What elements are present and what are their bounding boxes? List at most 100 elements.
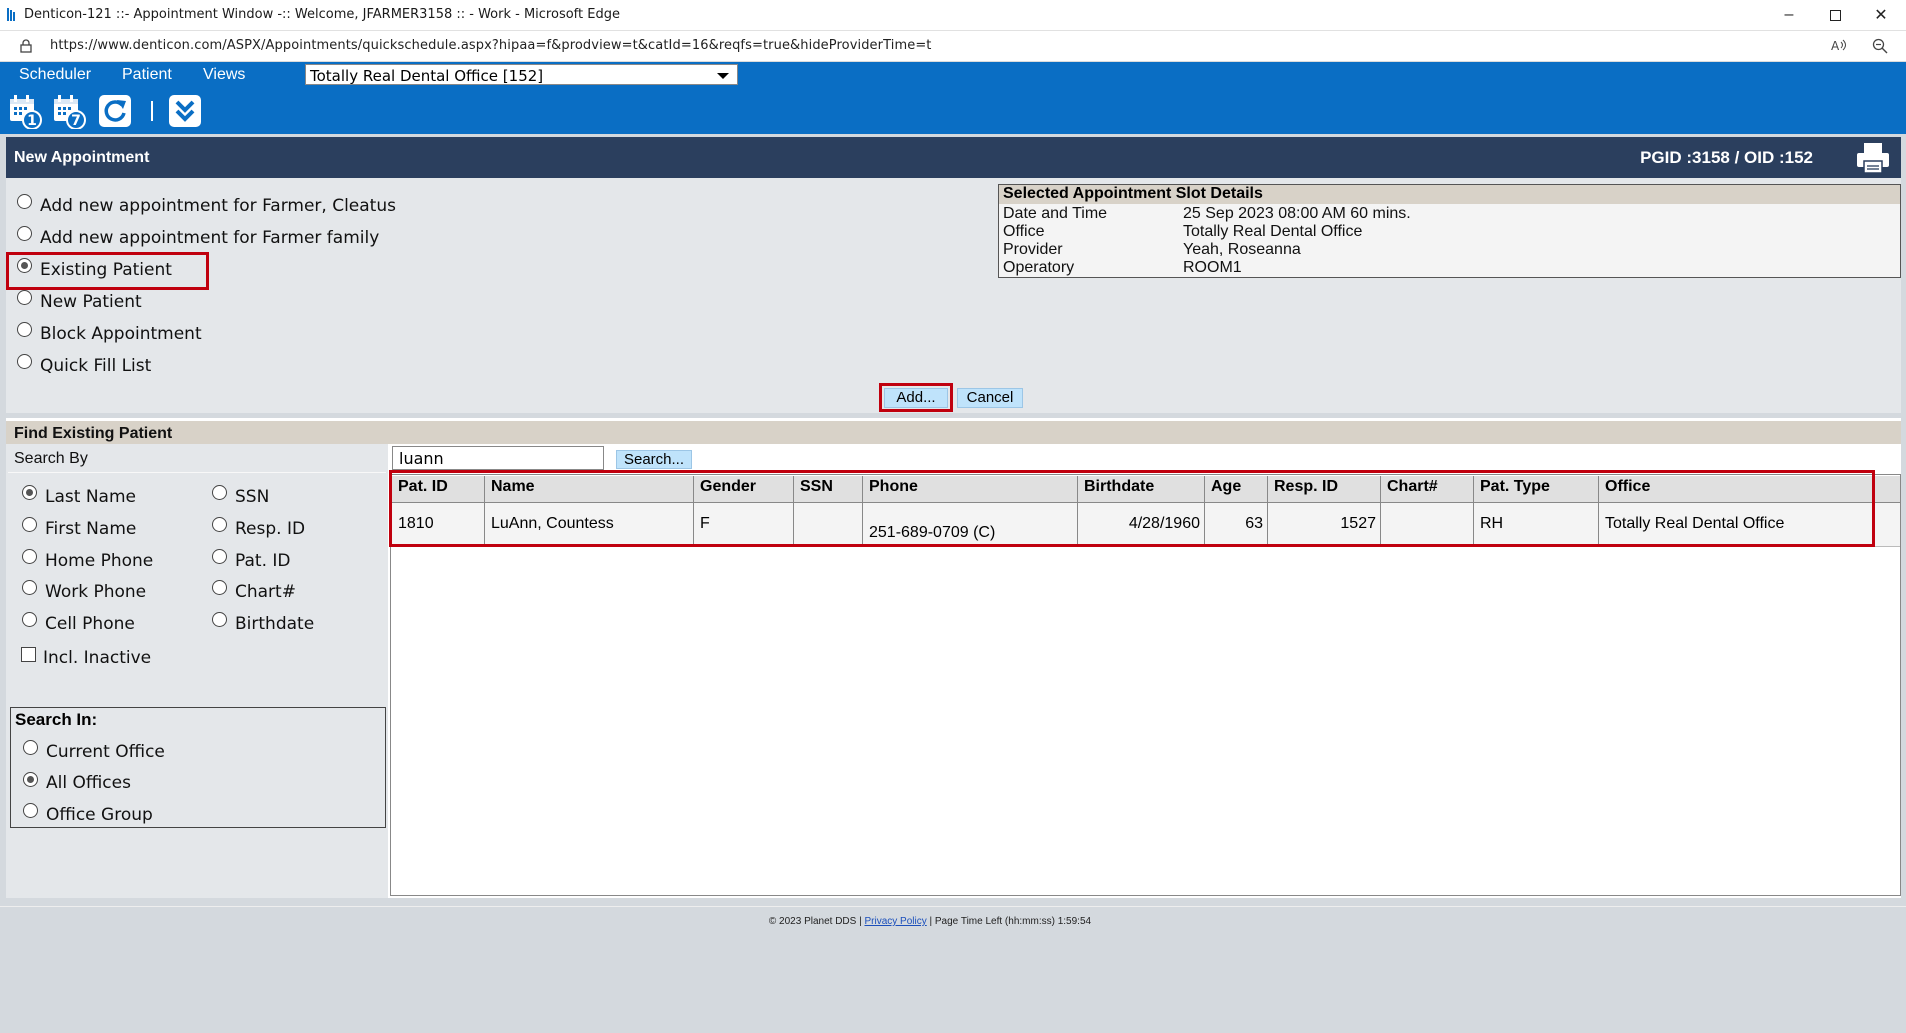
address-bar[interactable]: https://www.denticon.com/ASPX/Appointmen… (0, 31, 1906, 62)
lock-icon (20, 39, 32, 53)
highlight-box-results (389, 470, 1875, 547)
office-select-value: Totally Real Dental Office [152] (310, 67, 544, 85)
chevron-down-icon (717, 73, 729, 79)
section-header: New Appointment PGID :3158 / OID :152 (6, 137, 1901, 178)
radio-add-for-patient[interactable] (17, 194, 32, 209)
option-label-quick-fill-list: Quick Fill List (40, 356, 152, 376)
radio-new-patient[interactable] (17, 290, 32, 305)
radio-search-ssn[interactable] (212, 485, 227, 500)
slot-label-office: Office (1003, 223, 1045, 240)
search-by-ssn-label: SSN (235, 487, 270, 507)
window-titlebar: Denticon-121 ::- Appointment Window -:: … (0, 0, 1906, 31)
search-by-birthdate-label: Birthdate (235, 614, 315, 634)
search-in-all-offices-label: All Offices (46, 773, 131, 793)
read-aloud-icon[interactable]: A (1830, 38, 1848, 54)
radio-current-office[interactable] (23, 740, 38, 755)
radio-search-last-name[interactable] (22, 485, 37, 500)
url-text[interactable]: https://www.denticon.com/ASPX/Appointmen… (50, 38, 932, 53)
search-button[interactable]: Search... (616, 450, 692, 469)
radio-search-birthdate[interactable] (212, 612, 227, 627)
page-title: New Appointment (14, 149, 150, 166)
search-by-resp-id-label: Resp. ID (235, 519, 306, 539)
divider (8, 472, 386, 473)
slot-value-provider: Yeah, Roseanna (1183, 241, 1301, 258)
minimize-button[interactable]: – (1766, 0, 1812, 30)
close-icon: ✕ (1874, 7, 1888, 24)
search-by-pat-id-label: Pat. ID (235, 551, 291, 571)
search-by-label: Search By (14, 450, 88, 467)
radio-block-appointment[interactable] (17, 322, 32, 337)
slot-value-date: 25 Sep 2023 08:00 AM 60 mins. (1183, 205, 1411, 222)
search-by-work-phone-label: Work Phone (45, 582, 147, 602)
radio-search-first-name[interactable] (22, 517, 37, 532)
double-chevron-down-icon[interactable] (168, 93, 202, 129)
search-in-office-group-label: Office Group (46, 805, 153, 825)
maximize-icon (1829, 9, 1841, 21)
search-by-chart-label: Chart# (235, 582, 296, 602)
search-in-current-office-label: Current Office (46, 742, 165, 762)
close-window-button[interactable]: ✕ (1858, 0, 1904, 30)
incl-inactive-label: Incl. Inactive (43, 648, 152, 668)
option-label-new-patient: New Patient (40, 292, 142, 312)
week-view-number: 7 (71, 113, 81, 129)
app-menubar: Scheduler Patient Views (0, 62, 1906, 89)
day-view-calendar-icon[interactable]: 1 (8, 93, 42, 129)
radio-search-pat-id[interactable] (212, 549, 227, 564)
print-icon[interactable] (1855, 141, 1891, 175)
week-view-calendar-icon[interactable]: 7 (52, 93, 86, 129)
copyright-text: © 2023 Planet DDS | (768, 916, 862, 927)
radio-add-for-family[interactable] (17, 226, 32, 241)
footer-text: © 2023 Planet DDS | Privacy Policy | Pag… (0, 916, 1860, 927)
app-logo-icon (7, 8, 15, 21)
zoom-icon[interactable] (1872, 38, 1888, 54)
window-title: Denticon-121 ::- Appointment Window -:: … (24, 7, 620, 22)
slot-label-date: Date and Time (1003, 205, 1108, 222)
radio-search-cell-phone[interactable] (22, 612, 37, 627)
add-button[interactable]: Add... (884, 388, 948, 408)
menu-scheduler[interactable]: Scheduler (19, 66, 91, 84)
option-label-existing-patient: Existing Patient (40, 260, 172, 280)
search-options-pane (6, 444, 388, 898)
page-footer: © 2023 Planet DDS | Privacy Policy | Pag… (0, 906, 1906, 1033)
toolbar-divider (151, 101, 153, 121)
radio-search-work-phone[interactable] (22, 580, 37, 595)
office-select[interactable]: Totally Real Dental Office [152] (305, 64, 738, 85)
radio-search-home-phone[interactable] (22, 549, 37, 564)
find-patient-header: Find Existing Patient (6, 421, 1901, 444)
menu-patient[interactable]: Patient (122, 66, 172, 84)
pgid-oid-label: PGID :3158 / OID :152 (1640, 148, 1813, 167)
radio-search-chart[interactable] (212, 580, 227, 595)
divider (0, 906, 1906, 907)
refresh-icon[interactable] (98, 93, 132, 129)
option-label-add-for-patient: Add new appointment for Farmer, Cleatus (40, 196, 396, 216)
menu-views[interactable]: Views (203, 66, 245, 84)
svg-text:A: A (1831, 39, 1840, 53)
radio-quick-fill-list[interactable] (17, 354, 32, 369)
privacy-policy-link[interactable]: Privacy Policy (864, 916, 926, 927)
slot-label-provider: Provider (1003, 241, 1063, 258)
radio-all-offices[interactable] (23, 772, 38, 787)
minimize-icon: – (1784, 6, 1794, 23)
radio-office-group[interactable] (23, 803, 38, 818)
radio-existing-patient[interactable] (17, 258, 32, 273)
slot-label-operatory: Operatory (1003, 259, 1075, 276)
page-time-left: | Page Time Left (hh:mm:ss) 1:59:54 (929, 916, 1092, 927)
option-label-add-for-family: Add new appointment for Farmer family (40, 228, 380, 248)
cancel-button[interactable]: Cancel (957, 388, 1023, 408)
search-by-cell-phone-label: Cell Phone (45, 614, 135, 634)
search-in-label: Search In: (15, 710, 98, 729)
day-view-number: 1 (27, 113, 37, 129)
incl-inactive-checkbox[interactable] (21, 647, 36, 662)
search-by-first-name-label: First Name (45, 519, 137, 539)
toolbar (0, 89, 1906, 134)
slot-value-operatory: ROOM1 (1183, 259, 1242, 276)
patient-search-input[interactable]: luann (392, 446, 604, 470)
radio-search-resp-id[interactable] (212, 517, 227, 532)
appointment-slot-details: Selected Appointment Slot Details Date a… (998, 184, 1901, 278)
slot-details-title: Selected Appointment Slot Details (999, 185, 1900, 204)
maximize-button[interactable] (1812, 0, 1858, 30)
search-by-home-phone-label: Home Phone (45, 551, 154, 571)
option-label-block-appointment: Block Appointment (40, 324, 202, 344)
slot-value-office: Totally Real Dental Office (1183, 223, 1363, 240)
search-by-last-name-label: Last Name (45, 487, 136, 507)
